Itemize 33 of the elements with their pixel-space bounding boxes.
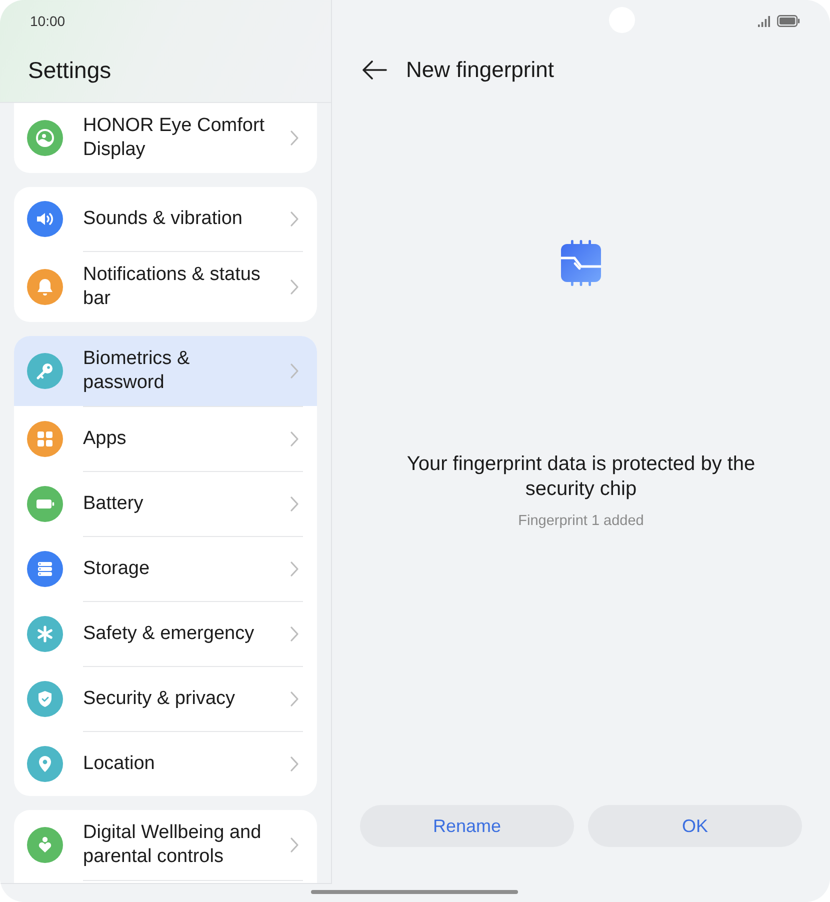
chip-icon [561,240,601,286]
chevron-right-icon [290,211,299,227]
page-title: New fingerprint [406,56,554,84]
chevron-right-icon [290,626,299,642]
chevron-right-icon [290,130,299,146]
chevron-right-icon [290,837,299,853]
settings-item[interactable]: Notifications & status bar [14,252,317,322]
status-time: 10:00 [29,12,66,31]
message-text: Your fingerprint data is protected by the security chip [406,452,756,502]
settings-item[interactable]: Security & privacy [14,667,317,731]
chevron-right-icon [290,496,299,512]
status-caption: Fingerprint 1 added [518,512,644,531]
settings-item[interactable]: Apps [14,407,317,471]
chevron-right-icon [290,279,299,295]
action-button[interactable]: Rename [360,805,574,847]
battery-icon [777,15,800,27]
settings-item[interactable]: Storage [14,537,317,601]
sidebar-title: Settings [28,56,112,85]
back-arrow-icon[interactable] [362,60,387,80]
chevron-right-icon [290,363,299,379]
chevron-right-icon [290,691,299,707]
settings-item[interactable]: Safety & emergency [14,602,317,666]
chevron-right-icon [290,561,299,577]
settings-item[interactable]: HONOR Eye Comfort Display [14,103,317,173]
settings-item[interactable]: Sounds & vibration [14,187,317,251]
chevron-right-icon [290,431,299,447]
action-button[interactable]: OK [588,805,802,847]
settings-item[interactable]: Location [14,732,317,796]
chevron-right-icon [290,756,299,772]
signal-icon [758,16,771,26]
settings-item[interactable]: Battery [14,472,317,536]
settings-item[interactable]: Digital Wellbeing and parental controls [14,810,317,880]
settings-item[interactable]: Biometrics & password [14,336,317,406]
